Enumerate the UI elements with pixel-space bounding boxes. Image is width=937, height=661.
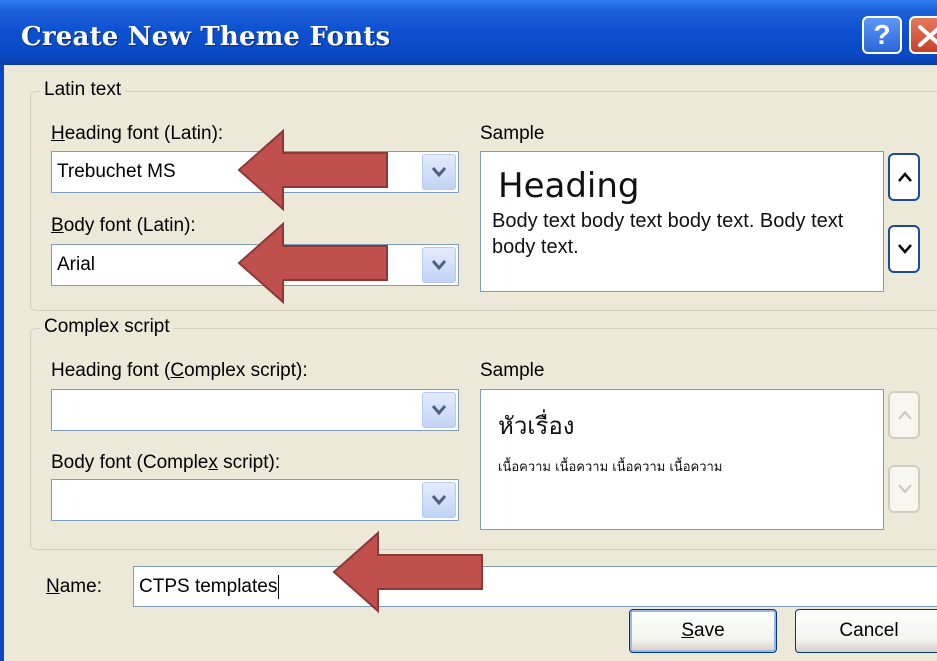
complex-sample-body: เนื้อความ เนื้อความ เนื้อความ เนื้อความ [498, 460, 723, 475]
save-button[interactable]: Save [629, 609, 777, 653]
chevron-down-icon[interactable] [422, 482, 456, 518]
save-accesskey: S [681, 620, 695, 641]
body-font-latin-value: Arial [57, 254, 96, 275]
text-caret [278, 575, 279, 599]
heading-font-latin-value: Trebuchet MS [57, 161, 176, 182]
title-bar[interactable]: Create New Theme Fonts ? [0, 0, 937, 65]
latin-sample-body: Body text body text body text. Body text… [492, 210, 844, 258]
chevron-down-icon[interactable] [422, 392, 456, 428]
complex-sample-preview: หัวเรื่อง เนื้อความ เนื้อความ เนื้อความ … [480, 389, 884, 530]
annotation-arrow-body-font [237, 221, 388, 305]
body-font-latin-label-text: ody font (Latin): [63, 215, 196, 236]
help-icon[interactable]: ? [862, 16, 902, 54]
complex-scroll-up-button[interactable] [888, 391, 920, 439]
name-input[interactable]: CTPS templates [133, 566, 937, 607]
annotation-arrow-heading-font [237, 128, 388, 212]
latin-scroll-up-button[interactable] [888, 153, 920, 201]
dialog-window: Create New Theme Fonts ? Latin text Head… [0, 0, 937, 661]
close-icon[interactable] [909, 16, 937, 54]
heading-font-complex-label-post: omplex script): [184, 360, 308, 381]
chevron-down-icon[interactable] [422, 247, 456, 283]
body-font-complex-label-pre: Body font (Comple [51, 452, 209, 473]
heading-font-latin-accesskey: H [51, 123, 65, 144]
name-label-text: ame: [59, 576, 102, 597]
body-font-latin-label: Body font (Latin): [51, 215, 196, 237]
name-input-value: CTPS templates [139, 576, 278, 597]
body-font-complex-label-post: script): [217, 452, 281, 473]
cancel-button[interactable]: Cancel [795, 609, 937, 653]
heading-font-complex-label-pre: Heading font ( [51, 360, 171, 381]
heading-font-complex-label: Heading font (Complex script): [51, 360, 308, 382]
save-label: ave [694, 620, 725, 641]
body-font-complex-accesskey: x [208, 452, 218, 473]
body-font-latin-accesskey: B [51, 215, 64, 236]
heading-font-complex-select[interactable] [51, 389, 459, 431]
heading-font-latin-label: Heading font (Latin): [51, 123, 223, 145]
complex-sample-label: Sample [480, 360, 545, 381]
body-font-complex-select[interactable] [51, 479, 459, 521]
complex-scroll-down-button[interactable] [888, 465, 920, 513]
annotation-arrow-name [332, 530, 483, 614]
name-label: Name: [46, 576, 102, 598]
dialog-title: Create New Theme Fonts [21, 22, 391, 52]
complex-script-legend: Complex script [40, 316, 174, 338]
latin-scroll-down-button[interactable] [888, 225, 920, 273]
name-accesskey: N [46, 576, 60, 597]
latin-text-legend: Latin text [40, 79, 126, 101]
heading-font-complex-accesskey: C [170, 360, 185, 381]
complex-sample-heading: หัวเรื่อง [498, 412, 575, 440]
chevron-down-icon[interactable] [422, 154, 456, 190]
heading-font-latin-label-text: eading font (Latin): [64, 123, 224, 144]
latin-sample-label: Sample [480, 123, 545, 144]
latin-sample-heading: Heading [498, 166, 640, 206]
body-font-complex-label: Body font (Complex script): [51, 452, 280, 474]
latin-sample-preview: Heading Body text body text body text. B… [480, 151, 884, 292]
